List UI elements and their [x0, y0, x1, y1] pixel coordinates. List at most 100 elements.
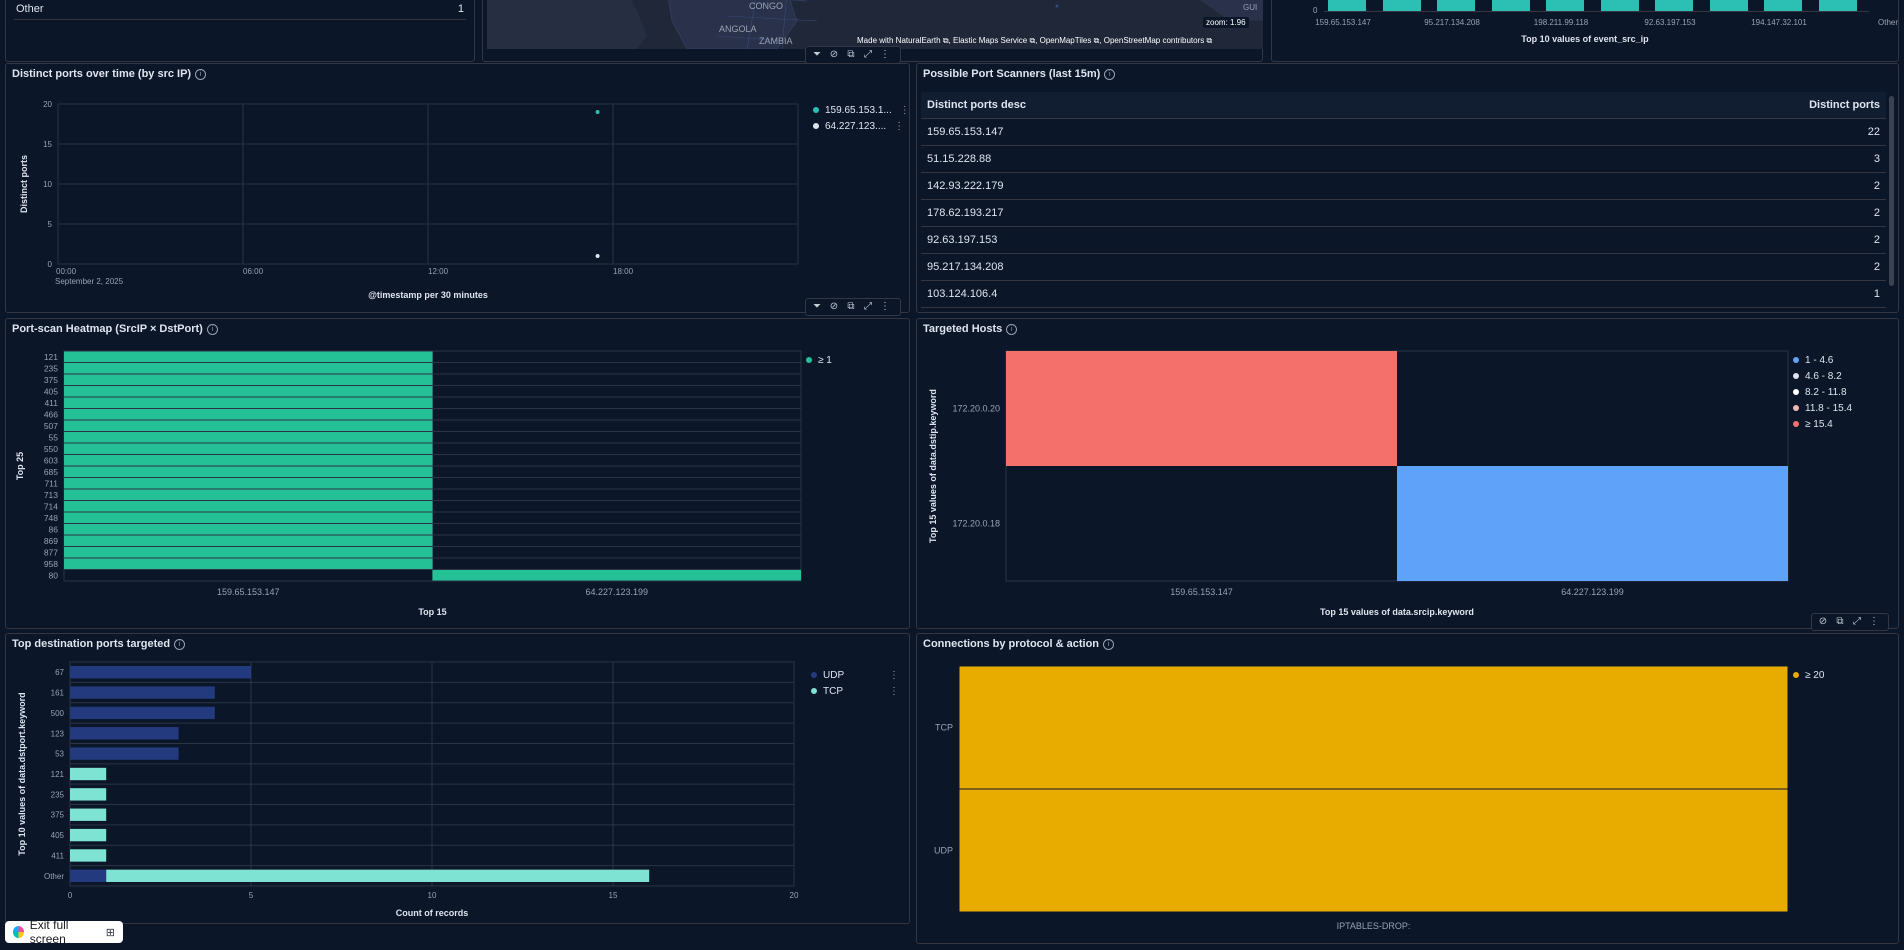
column-header-count[interactable]: Distinct ports [1473, 92, 1886, 119]
legend-item[interactable]: ≥ 15.4 [1793, 416, 1852, 432]
filter-icon[interactable]: ⏷ [810, 48, 824, 62]
legend-label: 8.2 - 11.8 [1805, 386, 1847, 398]
panel-portscan-heatmap: Port-scan Heatmap (SrcIP × DstPort) i 159… [5, 318, 910, 629]
y-tick-label: 172.20.0.18 [952, 519, 1000, 529]
external-link-icon: ⧉, [1091, 36, 1104, 45]
legend-item[interactable]: ≥ 1 [806, 352, 832, 368]
map-attribution: Made with NaturalEarth ⧉, Elastic Maps S… [857, 36, 1212, 46]
y-tick-label: 20 [43, 100, 52, 109]
column-header-ip[interactable]: Distinct ports desc [921, 92, 1474, 119]
x-subtitle: September 2, 2025 [55, 277, 124, 286]
external-link-icon: ⧉, [940, 36, 953, 45]
table-row[interactable]: 178.62.193.217 2 [921, 199, 1886, 227]
y-tick-label: 0 [48, 260, 53, 269]
top-bar[interactable] [1709, 0, 1748, 11]
y-tick-label: 405 [44, 386, 58, 396]
legend-item[interactable]: 64.227.123.... ⋮ [813, 118, 910, 134]
legend-item[interactable]: UDP ⋮ [811, 667, 899, 683]
explore-icon[interactable]: ⊘ [827, 48, 841, 62]
expand-icon[interactable]: ⤢ [1850, 615, 1864, 629]
filter-icon[interactable]: ⏷ [810, 300, 824, 314]
expand-icon[interactable]: ⤢ [861, 300, 875, 314]
kebab-icon[interactable]: ⋮ [889, 686, 899, 697]
bar-segment [70, 828, 107, 842]
legend-dot [806, 357, 812, 363]
y-tick-label: 55 [49, 432, 59, 442]
heatmap-cell [64, 351, 433, 362]
top-bar[interactable] [1818, 0, 1857, 11]
inspect-icon[interactable]: ⧉ [1833, 615, 1847, 629]
bar-segment [106, 869, 650, 882]
y-axis-title: Top 10 values of data.dstport.keyword [17, 692, 27, 855]
cell-ip: 92.63.197.153 [921, 226, 1474, 254]
inspect-icon[interactable]: ⧉ [844, 48, 858, 62]
table-row[interactable]: 92.63.197.153 2 [921, 226, 1886, 254]
attr-openmaptiles[interactable]: OpenMapTiles [1040, 36, 1092, 45]
legend-item[interactable]: 159.65.153.1... ⋮ [813, 102, 910, 118]
top-bar[interactable] [1764, 0, 1802, 11]
exit-full-screen-button[interactable]: Exit full screen ⊞ [5, 918, 123, 946]
top-bar[interactable] [1437, 0, 1475, 11]
attr-ems[interactable]: Elastic Maps Service [953, 36, 1027, 45]
kebab-icon[interactable]: ⋮ [900, 105, 910, 116]
legend-item[interactable]: 8.2 - 11.8 [1793, 384, 1852, 400]
x-tick-label: 00:00 [56, 267, 77, 276]
bar-segment [70, 706, 215, 720]
more-icon[interactable]: ⋮ [1867, 615, 1881, 629]
more-icon[interactable]: ⋮ [878, 300, 892, 314]
heatmap-cell [64, 466, 433, 477]
table-scrollbar[interactable] [1889, 96, 1894, 286]
bar-segment [70, 849, 107, 862]
bar-segment [70, 788, 107, 801]
more-icon[interactable]: ⋮ [878, 48, 892, 62]
expand-icon[interactable]: ⤢ [861, 48, 875, 62]
legend-item[interactable]: TCP ⋮ [811, 683, 899, 699]
top-bar-tick-label: 95.217.134.208 [1424, 18, 1480, 27]
exit-full-screen-label: Exit full screen [29, 918, 69, 946]
heatmap-legend: ≥ 1 [806, 352, 832, 368]
x-tick-label: 64.227.123.199 [1561, 587, 1624, 597]
top-bar[interactable] [1491, 0, 1530, 11]
kebab-icon[interactable]: ⋮ [889, 670, 899, 681]
x-tick-label: 0 [68, 891, 73, 900]
y-axis-title: Distinct ports [19, 155, 29, 213]
y-tick-label: 958 [44, 559, 58, 569]
y-tick-label: 507 [44, 421, 58, 431]
heatmap-cell [1006, 351, 1397, 466]
legend-item[interactable]: 4.6 - 8.2 [1793, 368, 1852, 384]
y-tick-label: 405 [51, 831, 65, 840]
top-bar[interactable] [1546, 0, 1584, 11]
x-tick-label: 12:00 [428, 267, 449, 276]
kebab-icon[interactable]: ⋮ [894, 121, 904, 132]
heatmap-cell [1397, 466, 1788, 581]
y-tick-label: 235 [44, 363, 58, 373]
y-tick-label: 748 [44, 513, 58, 523]
legend-item[interactable]: 1 - 4.6 [1793, 352, 1852, 368]
legend-label: 4.6 - 8.2 [1805, 370, 1842, 382]
top-bar[interactable] [1600, 0, 1639, 11]
explore-icon[interactable]: ⊘ [1816, 615, 1830, 629]
top-bar[interactable] [1328, 0, 1366, 11]
table-row[interactable]: 142.93.222.179 2 [921, 172, 1886, 200]
top-bar[interactable] [1382, 0, 1421, 11]
bar-zero-tick: 0 [1313, 6, 1318, 15]
table-body: 159.65.153.147 22 51.15.228.88 3 142.93.222.… [921, 118, 1886, 308]
y-tick-label: 172.20.0.20 [952, 404, 1000, 414]
panel-targeted-hosts: Targeted Hosts i 172.20.0.20 172.20.0.18 15… [916, 318, 1899, 629]
map-canvas[interactable]: CONGO ANGOLA ZAMBIA GUI zoom: 1.96 Made … [487, 0, 1263, 49]
table-row[interactable]: 103.124.106.4 1 [921, 280, 1886, 308]
table-row[interactable]: 95.217.134.208 2 [921, 253, 1886, 281]
info-icon[interactable]: i [1104, 69, 1116, 80]
bar-segment [70, 808, 107, 821]
table-row[interactable]: 51.15.228.88 3 [921, 145, 1886, 173]
attr-naturalearth[interactable]: Made with NaturalEarth [857, 36, 941, 45]
top-bar[interactable] [1655, 0, 1693, 11]
explore-icon[interactable]: ⊘ [827, 300, 841, 314]
x-axis-title: Top 15 values of data.srcip.keyword [1320, 607, 1474, 617]
attr-osm[interactable]: OpenStreetMap contributors [1104, 36, 1205, 45]
legend-item[interactable]: ≥ 20 [1793, 667, 1824, 683]
x-tick-label: 64.227.123.199 [585, 587, 648, 597]
legend-item[interactable]: 11.8 - 15.4 [1793, 400, 1852, 416]
inspect-icon[interactable]: ⧉ [844, 300, 858, 314]
table-row[interactable]: 159.65.153.147 22 [921, 118, 1886, 146]
